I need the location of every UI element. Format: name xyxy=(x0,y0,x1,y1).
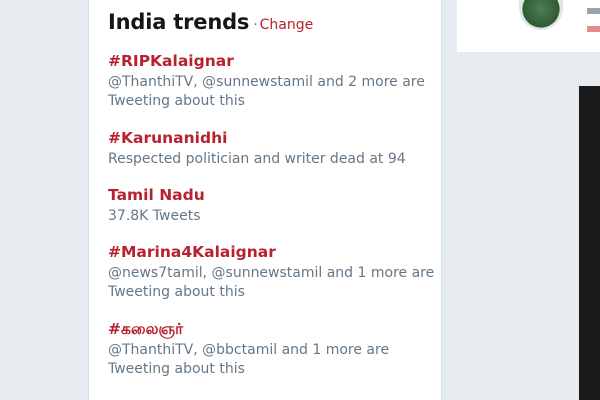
separator-dot: · xyxy=(253,17,258,33)
follow-link-fragment[interactable] xyxy=(587,26,600,32)
trend-name[interactable]: #RIPKalaignar xyxy=(108,51,438,71)
trends-title: India trends xyxy=(108,10,250,34)
trend-item[interactable]: Tamil Nadu 37.8K Tweets xyxy=(108,185,438,226)
right-column xyxy=(442,0,600,400)
trend-name[interactable]: #Marina4Kalaignar xyxy=(108,242,438,262)
trends-header: India trends · Change xyxy=(108,10,313,34)
suggestion-card xyxy=(457,0,600,52)
trend-meta: @news7tamil, @sunnewstamil and 1 more ar… xyxy=(108,265,435,300)
trend-name[interactable]: Tamil Nadu xyxy=(108,185,438,205)
trend-item[interactable]: #Karunanidhi Respected politician and wr… xyxy=(108,128,438,169)
trend-meta: @ThanthiTV, @bbctamil and 1 more are Twe… xyxy=(108,342,390,377)
trend-item[interactable]: #RIPKalaignar @ThanthiTV, @sunnewstamil … xyxy=(108,51,438,111)
trend-name[interactable]: #கலைஞர் xyxy=(108,319,438,339)
trend-meta: @ThanthiTV, @sunnewstamil and 2 more are… xyxy=(108,74,425,109)
left-background xyxy=(0,0,88,400)
trend-meta: Respected politician and writer dead at … xyxy=(108,151,406,167)
change-location-link[interactable]: Change xyxy=(260,17,314,33)
trend-item[interactable]: #Marina4Kalaignar @news7tamil, @sunnewst… xyxy=(108,242,438,302)
avatar[interactable] xyxy=(519,0,563,30)
trends-module: India trends · Change #RIPKalaignar @Thant… xyxy=(88,0,442,400)
media-panel xyxy=(579,86,600,400)
trend-meta: 37.8K Tweets xyxy=(108,208,201,224)
account-name-fragment xyxy=(587,8,600,14)
trend-name[interactable]: #Karunanidhi xyxy=(108,128,438,148)
trend-item[interactable]: #கலைஞர் @ThanthiTV, @bbctamil and 1 more… xyxy=(108,319,438,379)
